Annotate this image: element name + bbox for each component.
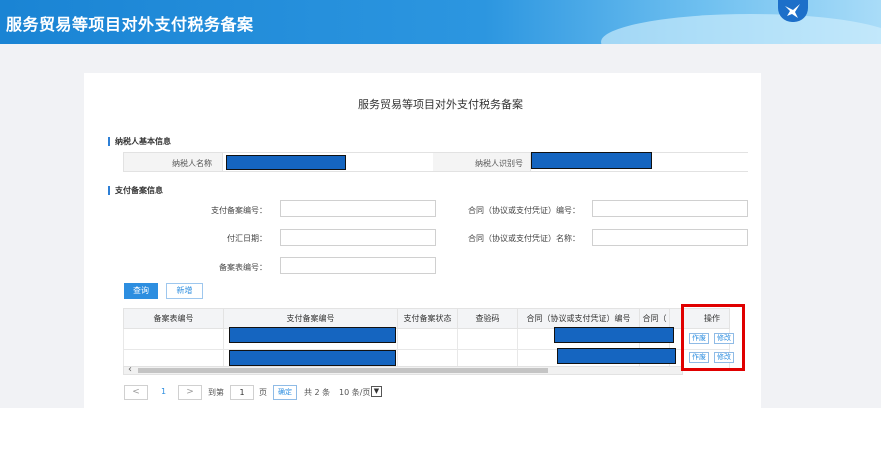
taxpayer-section-title: 纳税人基本信息 [108,137,171,146]
form-no-input[interactable] [280,257,436,274]
col-filing-no[interactable]: 支付备案编号 [223,308,398,329]
taxpayer-id-label: 纳税人识别号 [475,159,523,168]
modify-button-row-2[interactable]: 修改 [714,352,734,363]
remit-date-label: 付汇日期： [227,234,267,243]
void-button-row-2[interactable]: 作废 [689,352,709,363]
prev-page-button[interactable]: < [124,385,148,400]
page-size-select[interactable]: 10 条/页 [339,387,370,398]
modify-button-row-1[interactable]: 修改 [714,333,734,344]
current-page[interactable]: 1 [161,387,166,396]
contract-name-input[interactable] [592,229,748,246]
add-button[interactable]: 新增 [166,283,203,299]
form-no-label: 备案表编号： [219,263,267,272]
chevron-down-icon[interactable]: ▼ [371,386,382,397]
query-button[interactable]: 查询 [124,283,158,299]
next-page-button[interactable]: > [178,385,202,400]
contract-no-label: 合同（协议或支付凭证）编号： [468,206,580,215]
scrollbar-thumb[interactable] [138,368,548,373]
taxpayer-name-label: 纳税人名称 [172,159,212,168]
goto-confirm-button[interactable]: 确定 [273,385,297,400]
table-header-row: 备案表编号 支付备案编号 支付备案状态 查验码 合同（协议或支付凭证）编号 合同… [123,308,730,329]
redacted-contract-no-1 [554,327,674,343]
horizontal-scrollbar[interactable]: ‹ [123,364,683,375]
page-number-input[interactable]: 1 [230,385,254,400]
total-count: 共 2 条 [304,388,331,397]
redacted-filing-no-2 [229,350,396,366]
scroll-left-icon[interactable]: ‹ [128,364,132,375]
col-form-no[interactable]: 备案表编号 [123,308,224,329]
actions-header: 操作 [704,314,720,323]
col-contract-no[interactable]: 合同（协议或支付凭证）编号 [517,308,640,329]
col-status[interactable]: 支付备案状态 [397,308,458,329]
remit-date-input[interactable] [280,229,436,246]
page-title: 服务贸易等项目对外支付税务备案 [358,98,523,111]
redacted-filing-no-1 [229,327,396,343]
col-check-code[interactable]: 查验码 [457,308,518,329]
contract-name-label: 合同（协议或支付凭证）名称： [468,234,580,243]
redacted-taxpayer-id [531,152,652,169]
banner-decoration [601,14,881,44]
app-title: 服务贸易等项目对外支付税务备案 [6,15,254,34]
taxpayer-info-row: 纳税人名称 纳税人识别号 [123,152,749,172]
redacted-contract-no-2 [557,348,676,364]
contract-no-input[interactable] [592,200,748,217]
filing-no-label: 支付备案编号： [211,206,267,215]
page-unit-label: 页 [259,388,267,397]
void-button-row-1[interactable]: 作废 [689,333,709,344]
payment-section-title: 支付备案信息 [108,186,163,195]
redacted-taxpayer-name [226,155,346,170]
col-contract-truncated[interactable]: 合同（ [639,308,670,329]
goto-label: 到第 [208,388,224,397]
filing-no-input[interactable] [280,200,436,217]
top-banner: 服务贸易等项目对外支付税务备案 [0,0,881,44]
